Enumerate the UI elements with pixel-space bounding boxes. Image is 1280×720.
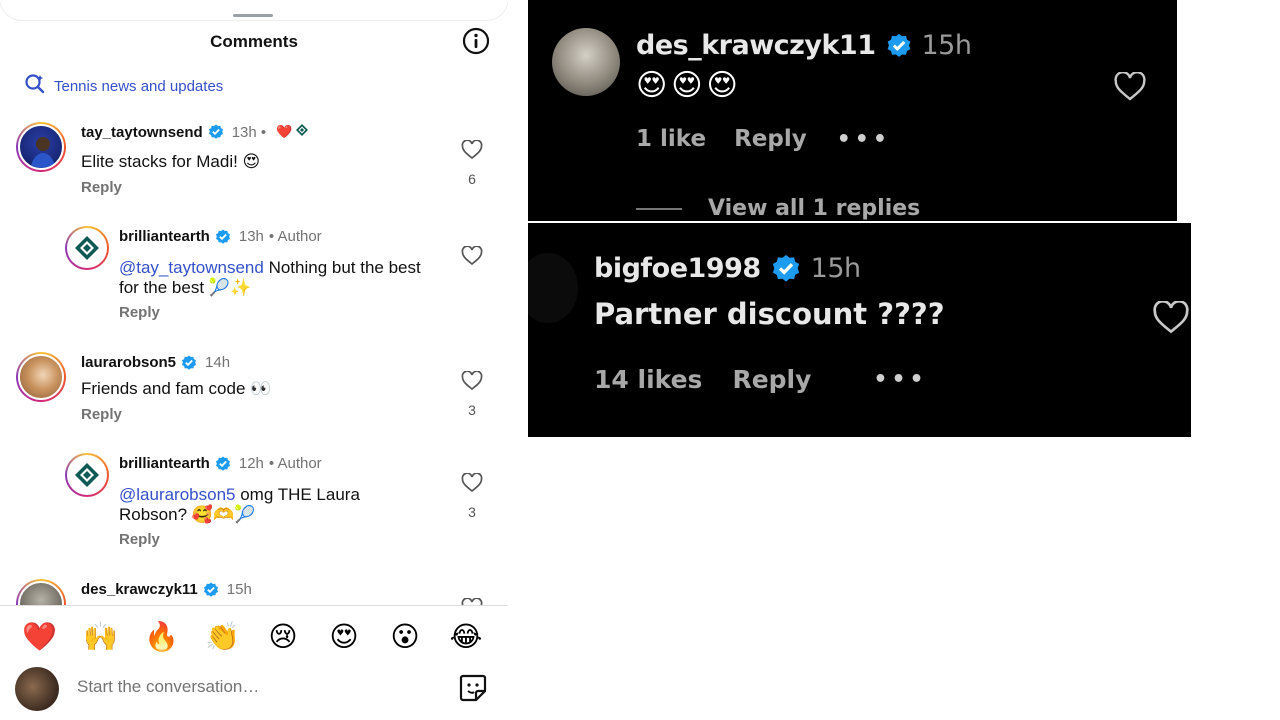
comment-time: 13h bbox=[238, 228, 264, 245]
comment-text: Partner discount ???? bbox=[594, 297, 945, 331]
current-user-avatar bbox=[15, 667, 59, 711]
comment-time: 15h bbox=[810, 253, 861, 284]
sheet-title: Comments bbox=[210, 32, 298, 51]
more-options-icon[interactable]: ••• bbox=[837, 127, 891, 152]
like-count: 3 bbox=[468, 504, 476, 520]
like-count: 3 bbox=[468, 402, 476, 418]
comment-username[interactable]: des_krawczyk11 15h bbox=[636, 30, 972, 61]
heart-icon[interactable] bbox=[461, 245, 483, 270]
mention-link[interactable]: @laurarobson5 bbox=[119, 485, 236, 504]
emoji-surprised[interactable]: 😮 bbox=[388, 620, 422, 653]
comment-username[interactable]: des_krawczyk11 15h bbox=[81, 581, 252, 598]
username-text: brilliantearth bbox=[119, 228, 210, 245]
comment-time: 12h bbox=[238, 455, 264, 472]
emoji-laughing[interactable]: 😂 bbox=[449, 620, 483, 653]
username-text: brilliantearth bbox=[119, 455, 210, 472]
comment-text: @laurarobson5 omg THE Laura Robson? 🥰🫶🎾 bbox=[119, 485, 419, 525]
topic-link[interactable]: Tennis news and updates bbox=[24, 73, 224, 100]
reply-button[interactable]: Reply bbox=[119, 531, 160, 548]
username-text: laurarobson5 bbox=[81, 354, 177, 371]
like-count: 6 bbox=[468, 171, 476, 187]
heart-icon[interactable] bbox=[461, 139, 483, 164]
sheet-top-edge bbox=[0, 0, 508, 20]
emoji-quick-bar: ❤️ 🙌 🔥 👏 😢 😍 😮 😂 bbox=[0, 605, 508, 668]
reply-button[interactable]: Reply bbox=[81, 406, 122, 423]
verified-badge-icon bbox=[215, 456, 231, 472]
verified-badge-icon bbox=[886, 33, 912, 59]
comment-username[interactable]: laurarobson5 14h bbox=[81, 354, 230, 371]
mention-link[interactable]: @tay_taytownsend bbox=[119, 258, 264, 277]
like-group: 6 bbox=[460, 139, 484, 187]
comment-username[interactable]: brilliantearth 12h • Author bbox=[119, 455, 322, 472]
comment-time: 15h bbox=[226, 581, 252, 598]
topic-text: Tennis news and updates bbox=[54, 77, 224, 95]
info-icon[interactable] bbox=[462, 27, 490, 55]
comment-time: 13h • bbox=[231, 123, 267, 141]
avatar[interactable] bbox=[16, 352, 66, 402]
author-tag: • Author bbox=[268, 228, 322, 245]
reply-button[interactable]: Reply bbox=[119, 304, 160, 321]
author-tag: • Author bbox=[268, 455, 322, 472]
avatar[interactable] bbox=[65, 453, 109, 497]
heart-icon[interactable] bbox=[1113, 71, 1147, 106]
heart-icon[interactable] bbox=[461, 472, 483, 497]
comment-username[interactable]: brilliantearth 13h • Author bbox=[119, 228, 322, 245]
avatar[interactable] bbox=[65, 226, 109, 270]
emoji-heart[interactable]: ❤️ bbox=[22, 620, 57, 653]
search-topic-icon bbox=[24, 73, 46, 100]
verified-badge-icon bbox=[215, 229, 231, 245]
verified-badge-icon bbox=[203, 582, 219, 598]
comment-text: Elite stacks for Madi! 😍 bbox=[81, 152, 261, 171]
comment-composer: Start the conversation… bbox=[0, 667, 508, 720]
verified-badge-icon bbox=[771, 254, 801, 284]
reply-button[interactable]: Reply bbox=[81, 179, 122, 196]
sticker-icon[interactable] bbox=[458, 673, 488, 708]
avatar[interactable] bbox=[528, 253, 578, 323]
heart-icon[interactable] bbox=[1152, 299, 1190, 339]
username-text: bigfoe1998 bbox=[594, 253, 761, 284]
comments-sheet: Comments Tennis news and updates tay_tay… bbox=[0, 0, 508, 720]
creator-heart-icon: ❤️ bbox=[276, 124, 293, 139]
comment-text: Friends and fam code 👀 bbox=[81, 379, 272, 398]
emoji-fire[interactable]: 🔥 bbox=[144, 620, 179, 653]
comment-username[interactable]: bigfoe1998 15h bbox=[594, 253, 861, 284]
avatar[interactable] bbox=[552, 28, 620, 96]
heart-icon[interactable] bbox=[461, 370, 483, 395]
comment-text: @tay_taytownsend Nothing but the best fo… bbox=[119, 258, 439, 298]
like-group: 3 bbox=[460, 370, 484, 418]
username-text: des_krawczyk11 bbox=[81, 581, 198, 598]
comment-time: 14h bbox=[205, 354, 231, 371]
emoji-heart-eyes[interactable]: 😍 bbox=[327, 620, 361, 653]
username-text: tay_taytownsend bbox=[81, 123, 203, 141]
reply-button[interactable]: Reply bbox=[734, 126, 807, 152]
reply-button[interactable]: Reply bbox=[732, 365, 811, 394]
verified-badge-icon bbox=[181, 355, 197, 371]
drag-handle[interactable] bbox=[233, 14, 273, 17]
replies-divider bbox=[636, 208, 682, 210]
like-count[interactable]: 14 likes bbox=[594, 365, 702, 394]
brand-logo-icon bbox=[295, 123, 309, 141]
dark-comment-screenshot-2: bigfoe1998 15h Partner discount ???? 14 … bbox=[528, 223, 1191, 437]
comment-actions: 14 likes Reply ••• bbox=[594, 365, 928, 394]
emoji-raised-hands[interactable]: 🙌 bbox=[83, 620, 118, 653]
comment-time: 15h bbox=[921, 30, 972, 61]
view-replies-button[interactable]: View all 1 replies bbox=[708, 196, 920, 221]
more-options-icon[interactable]: ••• bbox=[873, 367, 927, 392]
comment-input[interactable]: Start the conversation… bbox=[77, 677, 259, 697]
like-group: 3 bbox=[460, 472, 484, 520]
like-count[interactable]: 1 like bbox=[636, 126, 706, 152]
emoji-clap[interactable]: 👏 bbox=[205, 620, 240, 653]
avatar[interactable] bbox=[16, 122, 66, 172]
username-text: des_krawczyk11 bbox=[636, 30, 876, 61]
comment-username[interactable]: tay_taytownsend 13h • ❤️ bbox=[81, 123, 309, 141]
dark-comment-screenshot-1: des_krawczyk11 15h 😍😍😍 1 like Reply ••• … bbox=[528, 0, 1177, 221]
emoji-crying[interactable]: 😢 bbox=[266, 620, 300, 653]
comment-text: 😍😍😍 bbox=[636, 68, 742, 103]
like-group bbox=[460, 245, 484, 271]
comment-actions: 1 like Reply ••• bbox=[636, 126, 891, 152]
verified-badge-icon bbox=[208, 124, 224, 140]
